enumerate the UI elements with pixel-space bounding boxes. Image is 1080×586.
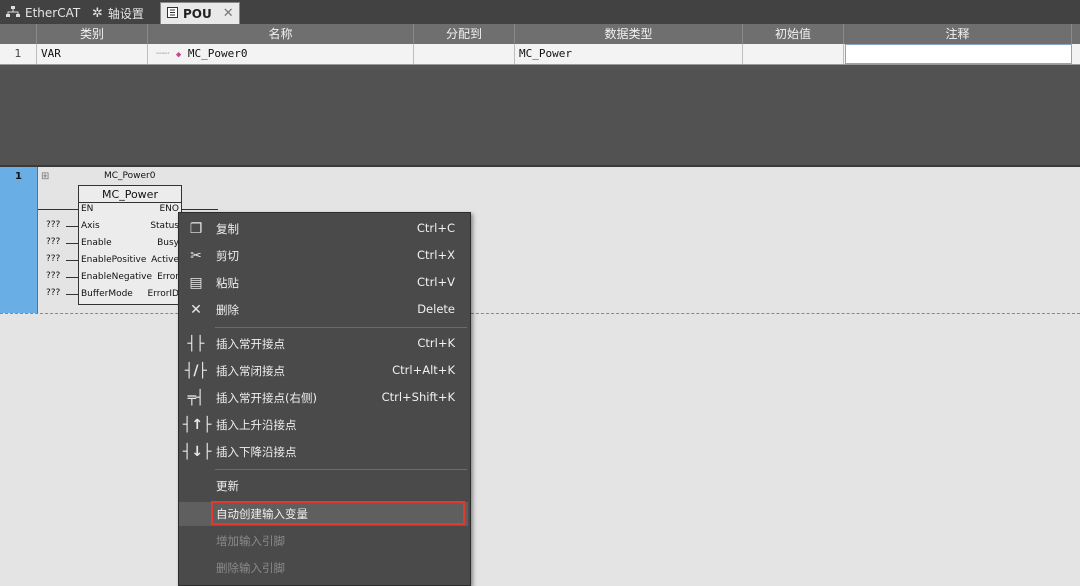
menu-item-insert-falling-edge[interactable]: ┤↓├ 插入下降沿接点: [179, 440, 468, 464]
menu-item-copy[interactable]: ❐ 复制 Ctrl+C: [179, 217, 468, 241]
table-header: 类别 名称 分配到 数据类型 初始值 注释: [0, 24, 1080, 44]
menu-item-cut[interactable]: ✂ 剪切 Ctrl+X: [179, 244, 468, 268]
network-tree-icon: [6, 5, 20, 21]
menu-item-insert-rising-edge[interactable]: ┤↑├ 插入上升沿接点: [179, 413, 468, 437]
pin-error-id[interactable]: ErrorID: [147, 289, 179, 299]
comment-cell[interactable]: [845, 44, 1072, 64]
category-cell[interactable]: VAR: [37, 44, 148, 64]
eno-wire: [182, 209, 218, 210]
menu-item-add-input-pin: 增加输入引脚: [216, 534, 285, 548]
delete-icon: ✕: [190, 302, 202, 318]
menu-item-insert-nc-contact[interactable]: ┤/├ 插入常闭接点 Ctrl+Alt+K: [179, 359, 468, 383]
menu-item-delete[interactable]: ✕ 删除 Delete: [179, 298, 468, 322]
pin-buffer-mode[interactable]: BufferMode: [81, 289, 133, 299]
expand-icon[interactable]: ⊞: [41, 171, 49, 182]
rung-number-bar[interactable]: 1: [0, 167, 38, 313]
paste-icon: ▤: [189, 275, 203, 291]
column-header[interactable]: 分配到: [414, 24, 515, 44]
menu-item-paste[interactable]: ▤ 粘贴 Ctrl+V: [179, 271, 468, 295]
column-header[interactable]: 名称: [148, 24, 414, 44]
unassigned-input[interactable]: ???: [46, 237, 60, 247]
column-header[interactable]: 初始值: [743, 24, 844, 44]
tab-label: POU: [183, 6, 212, 21]
input-wire: [66, 260, 78, 261]
power-rail-wire: [38, 209, 78, 210]
pin-error[interactable]: Error: [157, 272, 179, 282]
pin-eno[interactable]: ENO: [159, 204, 179, 214]
menu-item-insert-no-contact[interactable]: ┤├ 插入常开接点 Ctrl+K: [179, 332, 468, 356]
unassigned-input[interactable]: ???: [46, 220, 60, 230]
ladder-rung[interactable]: 1 ⊞ MC_Power0 ??? ??? ??? ??? ??? MC_Pow…: [0, 167, 1080, 314]
no-contact-icon: ┤├: [187, 336, 205, 352]
pin-en[interactable]: EN: [81, 204, 93, 214]
row-number: 1: [0, 44, 37, 64]
highlight-box: [211, 501, 465, 525]
pin-active[interactable]: Active: [151, 255, 179, 265]
pin-enable[interactable]: Enable: [81, 238, 112, 248]
fb-type-name: MC_Power: [102, 188, 158, 201]
input-wire: [66, 294, 78, 295]
menu-item-auto-create-input-variable[interactable]: 自动创建输入变量: [179, 501, 468, 526]
tab-label: 轴设置: [107, 6, 144, 21]
menu-separator: [215, 327, 467, 328]
rising-edge-icon: ┤↑├: [183, 417, 212, 433]
no-contact-right-icon: ╤┤: [187, 390, 205, 406]
nc-contact-icon: ┤/├: [185, 363, 207, 379]
table-row[interactable]: 1 VAR ┈┈ ◆ MC_Power0 MC_Power: [0, 44, 1080, 65]
menu-item-delete-input-pin: 删除输入引脚: [216, 561, 285, 575]
input-wire: [66, 243, 78, 244]
close-icon[interactable]: ✕: [223, 6, 234, 21]
cut-icon: ✂: [190, 248, 202, 264]
rung-number: 1: [15, 171, 22, 182]
variable-table-empty-area[interactable]: [0, 65, 1080, 167]
column-header[interactable]: 注释: [844, 24, 1072, 44]
pin-axis[interactable]: Axis: [81, 221, 100, 231]
unassigned-input[interactable]: ???: [46, 271, 60, 281]
gear-icon: ✲: [92, 5, 103, 21]
context-menu: ❐ 复制 Ctrl+C ✂ 剪切 Ctrl+X ▤ 粘贴 Ctrl+V ✕ 删除…: [178, 212, 471, 586]
unassigned-input[interactable]: ???: [46, 254, 60, 264]
name-cell[interactable]: ┈┈ ◆ MC_Power0: [148, 44, 414, 64]
menu-separator: [215, 469, 467, 470]
fb-instance-name[interactable]: MC_Power0: [104, 171, 156, 181]
copy-icon: ❐: [189, 221, 203, 237]
column-header[interactable]: 数据类型: [515, 24, 743, 44]
pin-busy[interactable]: Busy: [157, 238, 179, 248]
tree-line-icon: ┈┈: [156, 47, 170, 60]
datatype-cell[interactable]: MC_Power: [515, 44, 743, 64]
pin-status[interactable]: Status: [150, 221, 179, 231]
column-header[interactable]: 类别: [37, 24, 148, 44]
editor-tab-bar: EtherCAT ✲ 轴设置 POU ✕: [0, 0, 1080, 24]
tab-ethercat[interactable]: EtherCAT: [0, 2, 84, 24]
menu-item-update[interactable]: 更新: [179, 474, 468, 498]
variable-name: MC_Power0: [187, 47, 248, 60]
input-wire: [66, 226, 78, 227]
tab-axis-settings[interactable]: ✲ 轴设置: [86, 2, 158, 24]
pou-icon: [167, 6, 178, 21]
falling-edge-icon: ┤↓├: [183, 444, 212, 460]
fb-title-separator: [79, 202, 181, 203]
function-block[interactable]: MC_Power EN Axis Enable EnablePositive E…: [78, 185, 182, 305]
menu-item-insert-no-contact-right[interactable]: ╤┤ 插入常开接点(右侧) Ctrl+Shift+K: [179, 386, 468, 410]
input-wire: [66, 277, 78, 278]
variable-icon: ◆: [175, 50, 182, 60]
header-corner: [0, 24, 37, 44]
initial-value-cell[interactable]: [743, 44, 844, 64]
pin-enable-positive[interactable]: EnablePositive: [81, 255, 146, 265]
tab-label: EtherCAT: [25, 6, 81, 20]
variable-table: 类别 名称 分配到 数据类型 初始值 注释 1 VAR ┈┈ ◆ MC_Powe…: [0, 24, 1080, 65]
unassigned-input[interactable]: ???: [46, 288, 60, 298]
assign-cell[interactable]: [414, 44, 515, 64]
tab-pou[interactable]: POU ✕: [160, 2, 240, 24]
pin-enable-negative[interactable]: EnableNegative: [81, 272, 152, 282]
